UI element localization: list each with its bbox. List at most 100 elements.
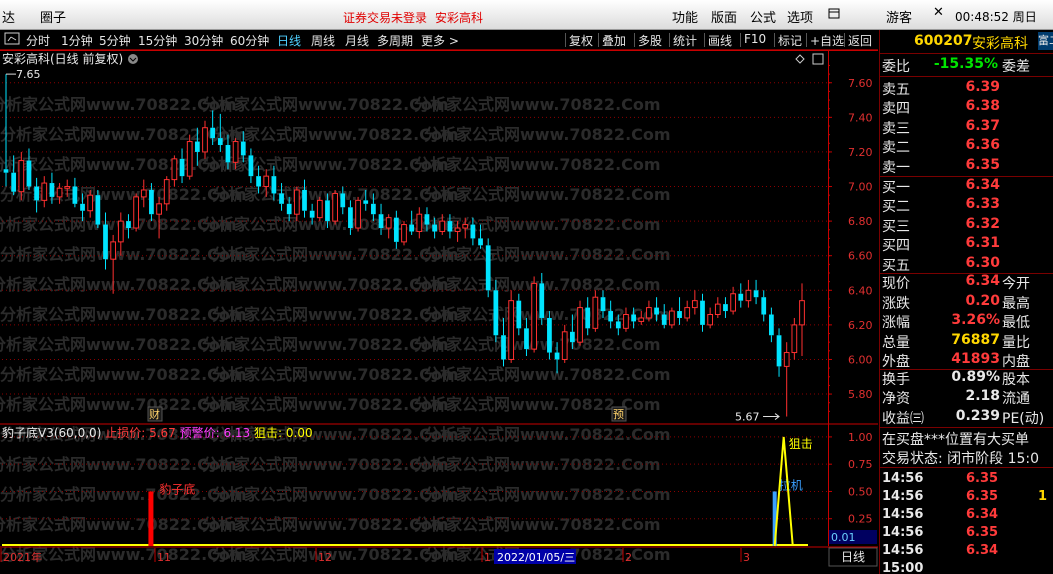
ind-tick-label: 1.00 bbox=[848, 431, 873, 444]
period-tab[interactable]: 分时 bbox=[26, 32, 50, 49]
candle-body-down bbox=[501, 335, 506, 360]
toolbar-button[interactable]: 统计 bbox=[673, 32, 697, 49]
snipe-line-label: 狙击 bbox=[789, 437, 813, 451]
bid-row: 买一 6.34 bbox=[880, 176, 1053, 196]
watermark-text: 分析家公式网www.70822.Com bbox=[202, 95, 449, 114]
stat-label: 总量 bbox=[882, 334, 910, 351]
period-tab[interactable]: 月线 bbox=[345, 32, 369, 49]
ask-price: 6.37 bbox=[965, 117, 1000, 134]
menu-function[interactable]: 功能 bbox=[672, 7, 698, 26]
login-notice[interactable]: 证券交易未登录 bbox=[343, 9, 427, 26]
toolbar-button[interactable]: 画线 bbox=[708, 32, 732, 49]
watermark-text: 分析家公式网www.70822.Com bbox=[424, 425, 671, 444]
candle-body-down bbox=[271, 176, 277, 194]
candle-body-down bbox=[769, 314, 774, 336]
candle bbox=[34, 177, 39, 213]
watermark-text: 分析家公式网www.70822.Com bbox=[202, 515, 449, 534]
ind-tick-label: 0.25 bbox=[848, 513, 873, 526]
bid-label: 买一 bbox=[882, 180, 910, 196]
candle-body-down bbox=[95, 195, 101, 225]
period-tab[interactable]: 15分钟 bbox=[138, 32, 177, 49]
marker-yu: 预 bbox=[613, 408, 624, 421]
candle-body-up bbox=[110, 241, 117, 260]
menu-quanzi[interactable]: 圈子 bbox=[40, 7, 66, 26]
candle-body-down bbox=[761, 297, 767, 315]
stat2-value: 2.18 bbox=[965, 388, 1000, 405]
stat2-row: 净资 2.18 流通 bbox=[880, 387, 1053, 407]
menu-formula[interactable]: 公式 bbox=[750, 7, 776, 26]
candle-body-down bbox=[217, 138, 223, 146]
watermark-text: 分析家公式网www.70822.Com bbox=[0, 305, 247, 324]
stat2-label: 收益㈢ bbox=[882, 410, 924, 427]
period-tab[interactable]: 更多 > bbox=[421, 32, 459, 49]
candle bbox=[171, 155, 178, 187]
period-tab[interactable]: 日线 bbox=[277, 32, 301, 49]
toolbar-button[interactable]: F10 bbox=[744, 32, 766, 46]
maximize-icon bbox=[812, 53, 824, 65]
candle bbox=[163, 176, 170, 211]
candle-body-up bbox=[646, 307, 652, 319]
tick-price: 6.35 bbox=[966, 489, 999, 504]
kline-svg[interactable]: 分析家公式网www.70822.Com 分析家公式网www.70822.Com 分析… bbox=[0, 50, 878, 574]
candle bbox=[783, 342, 790, 417]
chart-menu-icon[interactable] bbox=[4, 31, 22, 50]
candle-body-up bbox=[56, 187, 63, 198]
chart-area[interactable]: 分析家公式网www.70822.Com 分析家公式网www.70822.Com 分析… bbox=[0, 50, 878, 574]
stat-value: 6.34 bbox=[965, 273, 1000, 289]
toolbar-button[interactable]: 叠加 bbox=[602, 32, 626, 49]
candle bbox=[753, 279, 759, 305]
tick-row: 14:56 6.35 1 bbox=[880, 488, 1053, 506]
menu-options[interactable]: 选项 bbox=[787, 7, 813, 26]
candle-body-down bbox=[585, 307, 591, 329]
stat-value: 41893 bbox=[951, 351, 1000, 368]
user-label[interactable]: 游客 bbox=[886, 7, 912, 26]
candle-body-down bbox=[103, 224, 108, 260]
candle-body-up bbox=[171, 158, 178, 181]
watermark-text: 分析家公式网www.70822.Com bbox=[424, 185, 671, 204]
toolbar-separator bbox=[634, 33, 635, 47]
period-tab[interactable]: 60分钟 bbox=[230, 32, 269, 49]
candle-body-down bbox=[72, 186, 78, 204]
quote-tab[interactable]: 富二 bbox=[1038, 32, 1053, 50]
candle-body-up bbox=[385, 217, 392, 229]
candle bbox=[646, 300, 652, 322]
bid-price: 6.34 bbox=[965, 177, 1000, 193]
toolbar-button[interactable]: 多股 bbox=[638, 32, 662, 49]
period-tab[interactable]: 1分钟 bbox=[61, 32, 93, 49]
toolbar-button[interactable]: 复权 bbox=[569, 32, 593, 49]
price-tick-label: 6.80 bbox=[848, 215, 873, 228]
minimize-icon[interactable] bbox=[826, 7, 842, 25]
watermark-text: 分析家公式网www.70822.Com bbox=[202, 155, 449, 174]
price-tick-label: 5.80 bbox=[848, 388, 873, 401]
divider bbox=[880, 467, 1053, 468]
stat-value: 3.26% bbox=[951, 312, 1000, 329]
stat2-label: 换手 bbox=[882, 372, 910, 388]
watermark-text: 分析家公式网www.70822.Com bbox=[212, 125, 459, 144]
candle bbox=[745, 279, 752, 308]
trade-status-text: 交易状态: 闭市阶段 15:0 bbox=[882, 451, 1040, 467]
toolbar-button[interactable]: 返回 bbox=[848, 32, 872, 49]
candle-body-up bbox=[316, 199, 323, 219]
stock-code: 600207 bbox=[914, 33, 973, 49]
candle bbox=[186, 134, 193, 180]
menu-layout[interactable]: 版面 bbox=[711, 7, 737, 26]
price-tick-label: 6.60 bbox=[848, 250, 873, 263]
trade-status-note: 交易状态: 闭市阶段 15:0 bbox=[880, 447, 1053, 467]
period-tab[interactable]: 多周期 bbox=[377, 32, 413, 49]
stat-label: 涨幅 bbox=[882, 315, 910, 332]
candle bbox=[508, 290, 515, 363]
close-icon[interactable]: ✕ bbox=[933, 5, 944, 20]
period-tab[interactable]: 30分钟 bbox=[184, 32, 223, 49]
toolbar-button[interactable]: +自选 bbox=[810, 32, 844, 49]
period-tab[interactable]: 5分钟 bbox=[99, 32, 131, 49]
marker-cai: 财 bbox=[149, 407, 160, 421]
bid-row: 买三 6.32 bbox=[880, 215, 1053, 235]
candle-body-up bbox=[186, 141, 193, 177]
blue-bar-label: 拉机 bbox=[779, 477, 803, 492]
toolbar-button[interactable]: 标记 bbox=[778, 32, 802, 49]
candle bbox=[791, 317, 798, 360]
period-toolbar: 分时 1分钟 5分钟 15分钟 30分钟 60分钟 日线 周线 月线 多周期 更多 > 复权 叠加 多股… bbox=[0, 30, 878, 50]
bid-row: 买二 6.33 bbox=[880, 195, 1053, 215]
stat2-row: 换手 0.89% 股本 bbox=[880, 368, 1053, 388]
period-tab[interactable]: 周线 bbox=[311, 32, 335, 49]
